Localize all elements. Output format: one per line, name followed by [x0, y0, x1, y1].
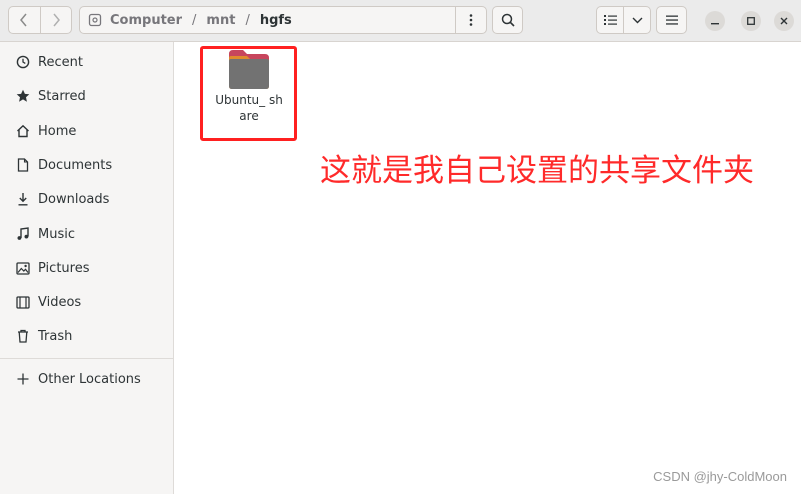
path-bar: Computer / mnt / hgfs [79, 6, 487, 34]
sidebar-item-label: Documents [38, 157, 113, 173]
path-menu-button[interactable] [455, 7, 486, 33]
path-segment-mnt[interactable]: mnt [206, 13, 235, 28]
view-options-button[interactable] [623, 7, 650, 33]
sidebar: Recent Starred Home Documents Downloads … [0, 42, 174, 494]
picture-icon [16, 261, 30, 275]
sidebar-divider [0, 358, 174, 359]
sidebar-item-label: Other Locations [38, 371, 141, 387]
sidebar-item-other-locations[interactable]: Other Locations [0, 364, 174, 394]
chevron-down-icon [632, 17, 642, 23]
highlight-box [200, 46, 297, 141]
video-icon [16, 295, 30, 309]
sidebar-item-label: Starred [38, 88, 86, 104]
main-menu-button[interactable] [656, 6, 687, 34]
sidebar-item-music[interactable]: Music [0, 219, 174, 249]
path-segment-computer[interactable]: Computer [110, 13, 182, 28]
close-icon [780, 17, 788, 25]
sidebar-item-recent[interactable]: Recent [0, 47, 174, 77]
path-separator: / [192, 12, 197, 28]
forward-button[interactable] [39, 7, 72, 33]
trash-icon [18, 329, 28, 343]
path-segment-hgfs[interactable]: hgfs [260, 13, 292, 28]
file-manager-window: Computer / mnt / hgfs Recent Starred Hom… [0, 0, 801, 494]
star-icon [16, 89, 30, 102]
header-bar: Computer / mnt / hgfs [0, 0, 801, 42]
sidebar-item-label: Recent [38, 54, 83, 70]
list-icon [603, 15, 617, 25]
sidebar-item-label: Music [38, 226, 75, 242]
sidebar-item-pictures[interactable]: Pictures [0, 253, 174, 283]
view-toggle-group [596, 6, 651, 34]
search-button[interactable] [492, 6, 523, 34]
sidebar-item-downloads[interactable]: Downloads [0, 184, 174, 214]
watermark: CSDN @jhy-ColdMoon [653, 469, 787, 484]
sidebar-item-label: Home [38, 123, 77, 139]
sidebar-item-documents[interactable]: Documents [0, 150, 174, 180]
path-separator: / [245, 12, 250, 28]
music-icon [17, 227, 29, 240]
hamburger-icon [665, 15, 678, 25]
sidebar-item-home[interactable]: Home [0, 116, 174, 146]
drive-icon [88, 13, 102, 27]
navigation-buttons [8, 6, 72, 34]
minimize-icon [711, 23, 719, 25]
back-button[interactable] [9, 7, 40, 33]
sidebar-item-trash[interactable]: Trash [0, 321, 174, 351]
sidebar-item-label: Videos [38, 294, 82, 310]
chevron-right-icon [53, 13, 60, 27]
plus-icon [17, 373, 29, 385]
clock-icon [16, 55, 30, 69]
minimize-button[interactable] [705, 11, 725, 31]
download-icon [18, 193, 28, 206]
maximize-icon [747, 17, 755, 25]
sidebar-item-label: Downloads [38, 191, 110, 207]
maximize-button[interactable] [741, 11, 761, 31]
vertical-dots-icon [469, 14, 473, 26]
document-icon [17, 158, 29, 172]
search-icon [501, 13, 515, 27]
sidebar-item-starred[interactable]: Starred [0, 81, 174, 111]
chevron-left-icon [20, 13, 27, 27]
close-button[interactable] [774, 11, 794, 31]
home-icon [17, 124, 29, 138]
list-view-button[interactable] [597, 7, 623, 33]
sidebar-item-label: Pictures [38, 260, 90, 276]
sidebar-item-videos[interactable]: Videos [0, 287, 174, 317]
sidebar-item-label: Trash [38, 328, 73, 344]
annotation-text: 这就是我自己设置的共享文件夹 [320, 153, 754, 189]
